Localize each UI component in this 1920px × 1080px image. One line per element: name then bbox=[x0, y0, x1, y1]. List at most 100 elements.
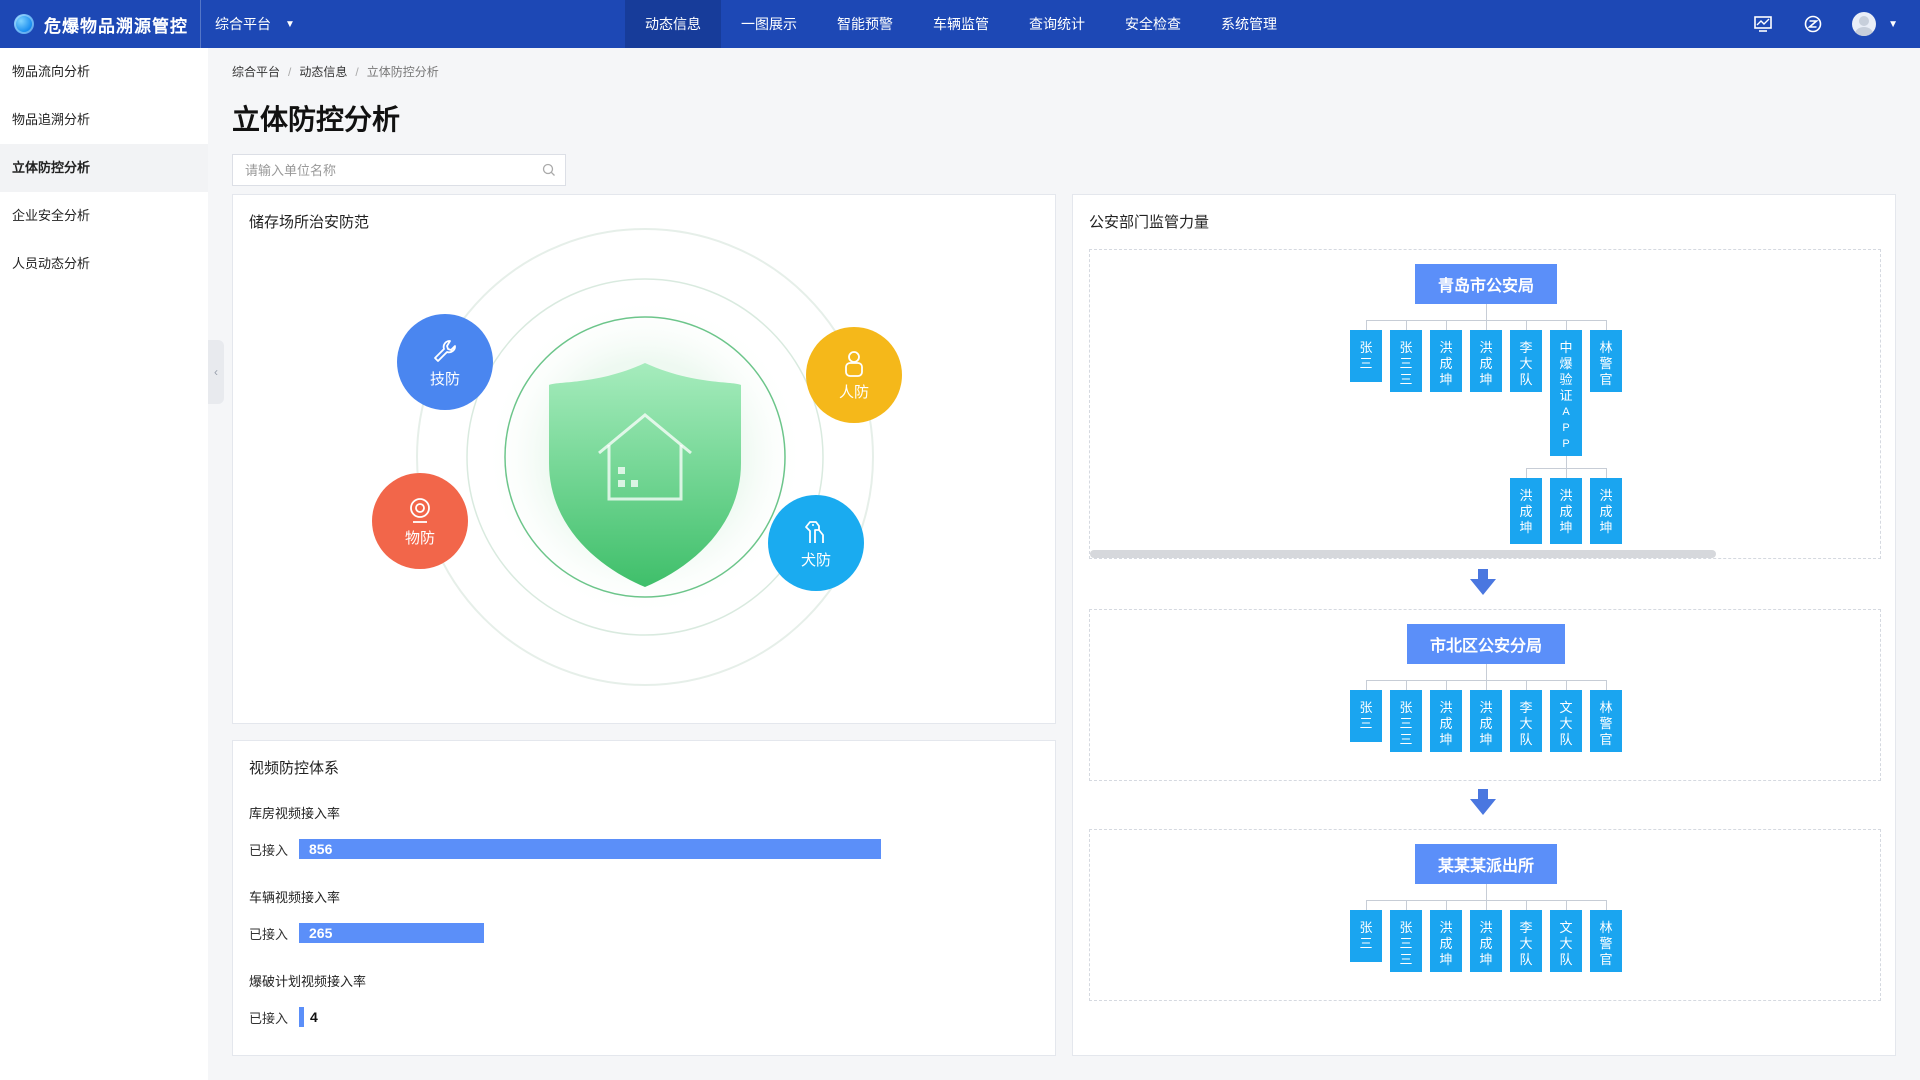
org-member-node[interactable]: 洪成坤 bbox=[1430, 910, 1462, 972]
breadcrumb-item[interactable]: 动态信息 bbox=[299, 65, 347, 79]
org-member-node[interactable]: 林警官 bbox=[1590, 910, 1622, 972]
bar-key: 已接入 bbox=[249, 1010, 289, 1026]
sidebar-item-3d-prevention[interactable]: 立体防控分析 bbox=[0, 144, 208, 192]
org-root-node[interactable]: 青岛市公安局 bbox=[1415, 264, 1557, 304]
org-member-node[interactable]: 张三三 bbox=[1390, 910, 1422, 972]
org-member-node[interactable]: 洪成坤 bbox=[1430, 330, 1462, 392]
org-member-node[interactable]: 李大队 bbox=[1510, 690, 1542, 752]
member-name-char: 成 bbox=[1559, 504, 1573, 519]
nav-item-query-stats[interactable]: 查询统计 bbox=[1009, 0, 1105, 48]
people-prevention-node[interactable]: 人防 bbox=[806, 327, 902, 423]
platform-switcher[interactable]: 综合平台 ▼ bbox=[200, 0, 295, 48]
member-name-char: 洪 bbox=[1439, 340, 1453, 355]
vehicle-video-row: 已接入 265 bbox=[249, 923, 484, 943]
member-name-char: 林 bbox=[1599, 340, 1613, 355]
member-name-char: 张 bbox=[1359, 700, 1373, 715]
member-name-char: 成 bbox=[1439, 716, 1453, 731]
org-member-node[interactable]: 洪成坤 bbox=[1470, 330, 1502, 392]
org-member-node[interactable]: 张三三 bbox=[1390, 330, 1422, 392]
member-name-char: 洪 bbox=[1439, 700, 1453, 715]
storage-security-panel: 储存场所治安防范 技防 人防 物防 犬防 bbox=[232, 194, 1056, 724]
member-name-char: 三 bbox=[1399, 952, 1413, 967]
blasting-video-bar bbox=[299, 1007, 304, 1027]
member-name-char: 爆 bbox=[1559, 356, 1573, 371]
member-name-char: 坤 bbox=[1439, 952, 1453, 967]
connector-line bbox=[1486, 900, 1487, 910]
member-name-char: 三 bbox=[1399, 372, 1413, 387]
connector-line bbox=[1366, 680, 1367, 690]
connector-line bbox=[1566, 680, 1567, 690]
org-member-node[interactable]: 张三 bbox=[1350, 690, 1382, 742]
member-name-char: 队 bbox=[1519, 372, 1533, 387]
breadcrumb-item[interactable]: 综合平台 bbox=[232, 65, 280, 79]
dog-prevention-node[interactable]: 犬防 bbox=[768, 495, 864, 591]
org-member-node[interactable]: 洪成坤 bbox=[1470, 690, 1502, 752]
nav-item-safety-check[interactable]: 安全检查 bbox=[1105, 0, 1201, 48]
member-name-char: 队 bbox=[1559, 732, 1573, 747]
member-name-char: 洪 bbox=[1599, 488, 1613, 503]
connector-line bbox=[1406, 900, 1407, 910]
member-name-char: 大 bbox=[1559, 936, 1573, 951]
arrow-down-icon bbox=[1470, 569, 1496, 595]
connector-line bbox=[1526, 680, 1527, 690]
member-name-char: 三 bbox=[1399, 732, 1413, 747]
org-member-node[interactable]: 林警官 bbox=[1590, 690, 1622, 752]
chevron-down-icon[interactable]: ▼ bbox=[1888, 19, 1898, 30]
nav-item-overview-map[interactable]: 一图展示 bbox=[721, 0, 817, 48]
org-root-node[interactable]: 市北区公安分局 bbox=[1407, 624, 1565, 664]
member-name-char: P bbox=[1562, 422, 1570, 434]
blasting-video-value: 4 bbox=[310, 1009, 318, 1025]
member-name-char: 文 bbox=[1559, 700, 1573, 715]
sidebar-item-flow-analysis[interactable]: 物品流向分析 bbox=[0, 48, 208, 96]
nav-item-smart-alert[interactable]: 智能预警 bbox=[817, 0, 913, 48]
tech-prevention-node[interactable]: 技防 bbox=[397, 314, 493, 410]
org-member-node[interactable]: 张三 bbox=[1350, 910, 1382, 962]
member-name-char: A bbox=[1562, 406, 1570, 418]
horizontal-scrollbar[interactable] bbox=[1090, 550, 1716, 558]
org-member-node[interactable]: 文大队 bbox=[1550, 690, 1582, 752]
monitor-screen-icon[interactable] bbox=[1752, 13, 1774, 35]
member-name-char: 大 bbox=[1519, 936, 1533, 951]
org-member-node[interactable]: 洪成坤 bbox=[1550, 478, 1582, 544]
sidebar-item-trace-analysis[interactable]: 物品追溯分析 bbox=[0, 96, 208, 144]
org-member-node[interactable]: 洪成坤 bbox=[1470, 910, 1502, 972]
org-member-node[interactable]: 张三三 bbox=[1390, 690, 1422, 752]
sidebar-item-personnel-dynamics[interactable]: 人员动态分析 bbox=[0, 240, 208, 288]
org-root-node[interactable]: 某某某派出所 bbox=[1415, 844, 1557, 884]
member-name-char: 成 bbox=[1439, 356, 1453, 371]
sidebar-collapse-handle[interactable]: ‹ bbox=[208, 340, 224, 404]
connector-line bbox=[1486, 680, 1487, 690]
org-member-node[interactable]: 洪成坤 bbox=[1430, 690, 1462, 752]
panel-title: 视频防控体系 bbox=[249, 760, 340, 777]
object-prevention-node[interactable]: 物防 bbox=[372, 473, 468, 569]
org-member-node[interactable]: 文大队 bbox=[1550, 910, 1582, 972]
nav-item-vehicle-monitor[interactable]: 车辆监管 bbox=[913, 0, 1009, 48]
org-member-node[interactable]: 中爆验证APP bbox=[1550, 330, 1582, 456]
user-avatar[interactable] bbox=[1852, 12, 1877, 36]
member-name-char: 大 bbox=[1519, 716, 1533, 731]
member-name-char: P bbox=[1562, 438, 1570, 450]
org-member-node[interactable]: 洪成坤 bbox=[1590, 478, 1622, 544]
org-member-node[interactable]: 林警官 bbox=[1590, 330, 1622, 392]
search-input[interactable] bbox=[245, 162, 533, 178]
search-icon[interactable] bbox=[533, 163, 565, 177]
org-member-node[interactable]: 洪成坤 bbox=[1510, 478, 1542, 544]
connector-line bbox=[1526, 320, 1527, 330]
nav-item-system-admin[interactable]: 系统管理 bbox=[1201, 0, 1297, 48]
org-member-node[interactable]: 张三 bbox=[1350, 330, 1382, 382]
sidebar: 物品流向分析 物品追溯分析 立体防控分析 企业安全分析 人员动态分析 bbox=[0, 48, 208, 1080]
org-member-node[interactable]: 李大队 bbox=[1510, 330, 1542, 392]
member-name-char: 三 bbox=[1399, 356, 1413, 371]
search-circle-icon[interactable] bbox=[1802, 13, 1824, 35]
app-logo[interactable]: 危爆物品溯源管控 bbox=[0, 0, 200, 48]
org-member-node[interactable]: 李大队 bbox=[1510, 910, 1542, 972]
member-name-char: 官 bbox=[1599, 952, 1613, 967]
member-name-char: 张 bbox=[1399, 700, 1413, 715]
nav-item-dynamic-info[interactable]: 动态信息 bbox=[625, 0, 721, 48]
sidebar-item-enterprise-safety[interactable]: 企业安全分析 bbox=[0, 192, 208, 240]
member-name-char: 队 bbox=[1519, 952, 1533, 967]
member-name-char: 坤 bbox=[1599, 520, 1613, 535]
node-label: 技防 bbox=[429, 370, 460, 388]
member-name-char: 张 bbox=[1399, 340, 1413, 355]
warehouse-video-label: 库房视频接入率 bbox=[249, 806, 341, 821]
